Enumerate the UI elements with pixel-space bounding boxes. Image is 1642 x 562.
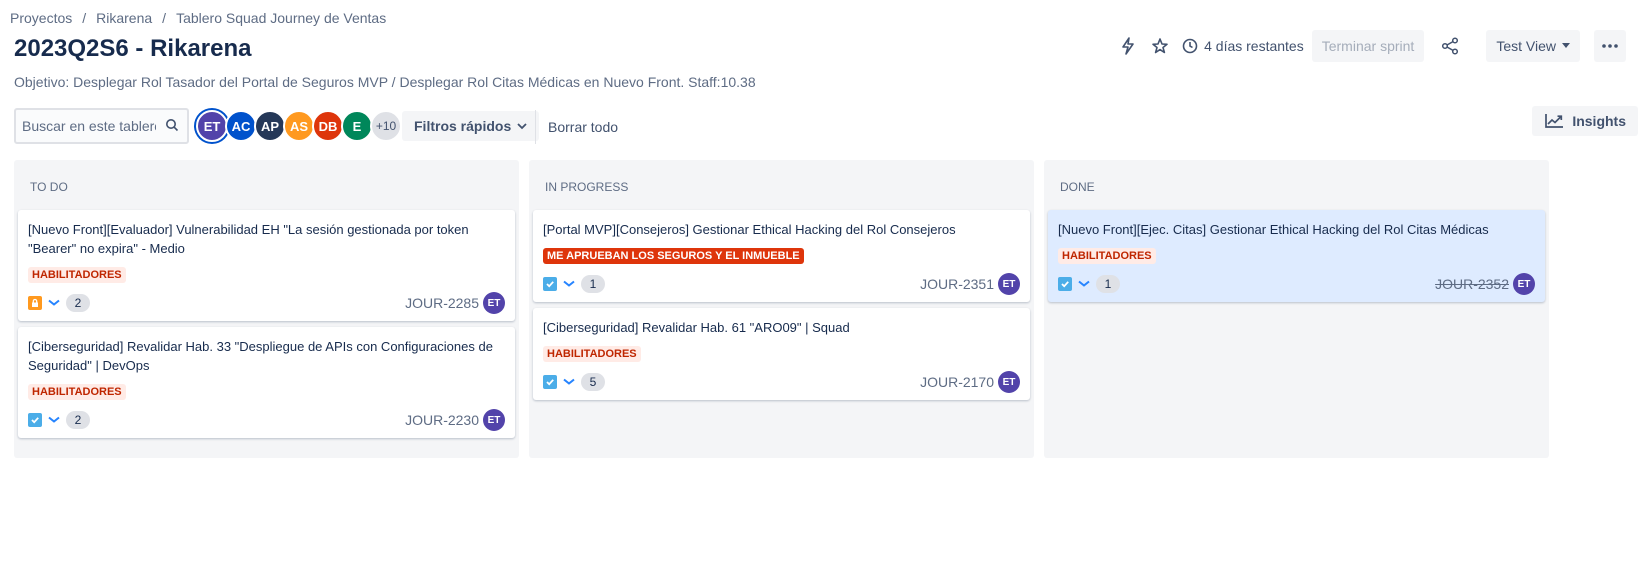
epic-label: HABILITADORES xyxy=(1058,248,1156,264)
avatar-filter-ap[interactable]: AP xyxy=(254,110,286,142)
card-footer: 1 JOUR-2352 ET xyxy=(1058,273,1535,295)
avatar-filter-et[interactable]: ET xyxy=(196,110,228,142)
insights-button[interactable]: Insights xyxy=(1532,106,1638,136)
priority-low-icon xyxy=(563,378,575,386)
story-points: 2 xyxy=(66,294,90,312)
column-header: IN PROGRESS xyxy=(545,180,629,194)
epic-label: HABILITADORES xyxy=(28,267,126,283)
issue-card[interactable]: [Ciberseguridad] Revalidar Hab. 61 "ARO0… xyxy=(533,308,1030,400)
breadcrumb-board[interactable]: Tablero Squad Journey de Ventas xyxy=(176,10,386,26)
issue-card[interactable]: [Nuevo Front][Ejec. Citas] Gestionar Eth… xyxy=(1048,210,1545,302)
story-points: 1 xyxy=(1096,275,1120,293)
board-column: TO DO [Nuevo Front][Evaluador] Vulnerabil… xyxy=(14,160,519,458)
page-title: 2023Q2S6 - Rikarena xyxy=(14,35,252,62)
issue-key[interactable]: JOUR-2285 xyxy=(405,295,479,311)
priority-low-icon xyxy=(1078,280,1090,288)
assignee-avatar[interactable]: ET xyxy=(483,292,505,314)
toolbar-divider xyxy=(535,110,536,144)
issue-summary: [Nuevo Front][Evaluador] Vulnerabilidad … xyxy=(28,222,469,256)
priority-low-icon xyxy=(48,416,60,424)
days-remaining: 4 días restantes xyxy=(1182,38,1304,54)
issue-key[interactable]: JOUR-2230 xyxy=(405,412,479,428)
chevron-down-icon xyxy=(517,122,527,129)
issue-key[interactable]: JOUR-2352 xyxy=(1435,276,1509,292)
task-icon xyxy=(543,375,557,389)
issue-summary: [Portal MVP][Consejeros] Gestionar Ethic… xyxy=(543,222,956,237)
sprint-goal: Objetivo: Desplegar Rol Tasador del Port… xyxy=(14,74,756,90)
assignee-avatar[interactable]: ET xyxy=(483,409,505,431)
view-select-label: Test View xyxy=(1496,38,1556,54)
caret-down-icon xyxy=(1562,43,1570,48)
card-footer: 2 JOUR-2230 ET xyxy=(28,409,505,431)
complete-sprint-button[interactable]: Terminar sprint xyxy=(1311,30,1425,62)
board-toolbar: ETACAPASDBE+10 Filtros rápidos Borrar to… xyxy=(14,106,1642,146)
star-icon[interactable] xyxy=(1144,30,1176,62)
column-header: DONE xyxy=(1060,180,1095,194)
search-field[interactable] xyxy=(14,108,189,144)
card-footer: 5 JOUR-2170 ET xyxy=(543,371,1020,393)
automation-icon[interactable] xyxy=(1112,30,1144,62)
issue-key[interactable]: JOUR-2170 xyxy=(920,374,994,390)
issue-summary: [Nuevo Front][Ejec. Citas] Gestionar Eth… xyxy=(1058,222,1489,237)
priority-low-icon xyxy=(48,299,60,307)
security-issue-icon xyxy=(28,296,42,310)
search-input[interactable] xyxy=(16,118,156,134)
avatar-filter-db[interactable]: DB xyxy=(312,110,344,142)
header-actions: 4 días restantes Terminar sprint Test Vi… xyxy=(1112,30,1626,62)
days-remaining-text: 4 días restantes xyxy=(1204,38,1304,54)
epic-label: HABILITADORES xyxy=(28,384,126,400)
epic-label: HABILITADORES xyxy=(543,346,641,362)
avatar-filter-ac[interactable]: AC xyxy=(225,110,257,142)
share-icon[interactable] xyxy=(1434,30,1466,62)
assignee-avatar[interactable]: ET xyxy=(1513,273,1535,295)
story-points: 5 xyxy=(581,373,605,391)
search-icon xyxy=(165,118,179,137)
issue-card[interactable]: [Nuevo Front][Evaluador] Vulnerabilidad … xyxy=(18,210,515,321)
breadcrumb-project[interactable]: Rikarena xyxy=(96,10,152,26)
insights-label: Insights xyxy=(1572,113,1626,129)
column-header: TO DO xyxy=(30,180,68,194)
breadcrumb-projects[interactable]: Proyectos xyxy=(10,10,72,26)
breadcrumb: Proyectos / Rikarena / Tablero Squad Jou… xyxy=(10,10,386,26)
view-select[interactable]: Test View xyxy=(1486,30,1580,62)
avatar-filter-more[interactable]: +10 xyxy=(370,110,402,142)
clear-all-button[interactable]: Borrar todo xyxy=(548,119,618,135)
task-icon xyxy=(28,413,42,427)
story-points: 2 xyxy=(66,411,90,429)
task-icon xyxy=(543,277,557,291)
quick-filters-label: Filtros rápidos xyxy=(414,118,512,134)
trend-chart-icon xyxy=(1545,114,1564,128)
board-column: IN PROGRESS [Portal MVP][Consejeros] Gest… xyxy=(529,160,1034,458)
assignee-avatar[interactable]: ET xyxy=(998,371,1020,393)
issue-key[interactable]: JOUR-2351 xyxy=(920,276,994,292)
epic-label: ME APRUEBAN LOS SEGUROS Y EL INMUEBLE xyxy=(543,248,804,264)
breadcrumb-separator: / xyxy=(162,10,167,26)
avatar-filter-as[interactable]: AS xyxy=(283,110,315,142)
issue-card[interactable]: [Ciberseguridad] Revalidar Hab. 33 "Desp… xyxy=(18,327,515,438)
issue-summary: [Ciberseguridad] Revalidar Hab. 33 "Desp… xyxy=(28,339,493,373)
card-footer: 2 JOUR-2285 ET xyxy=(28,292,505,314)
story-points: 1 xyxy=(581,275,605,293)
sprint-board: TO DO [Nuevo Front][Evaluador] Vulnerabil… xyxy=(14,160,1549,458)
clock-icon xyxy=(1182,38,1198,54)
priority-low-icon xyxy=(563,280,575,288)
card-footer: 1 JOUR-2351 ET xyxy=(543,273,1020,295)
more-icon[interactable] xyxy=(1594,30,1626,62)
breadcrumb-separator: / xyxy=(82,10,87,26)
quick-filters-button[interactable]: Filtros rápidos xyxy=(402,111,540,141)
assignee-filter: ET AC AP AS DB E +10 xyxy=(196,110,402,142)
assignee-avatar[interactable]: ET xyxy=(998,273,1020,295)
board-column: DONE [Nuevo Front][Ejec. Citas] Gestionar… xyxy=(1044,160,1549,458)
task-icon xyxy=(1058,277,1072,291)
issue-card[interactable]: [Portal MVP][Consejeros] Gestionar Ethic… xyxy=(533,210,1030,302)
issue-summary: [Ciberseguridad] Revalidar Hab. 61 "ARO0… xyxy=(543,320,850,335)
avatar-filter-e[interactable]: E xyxy=(341,110,373,142)
